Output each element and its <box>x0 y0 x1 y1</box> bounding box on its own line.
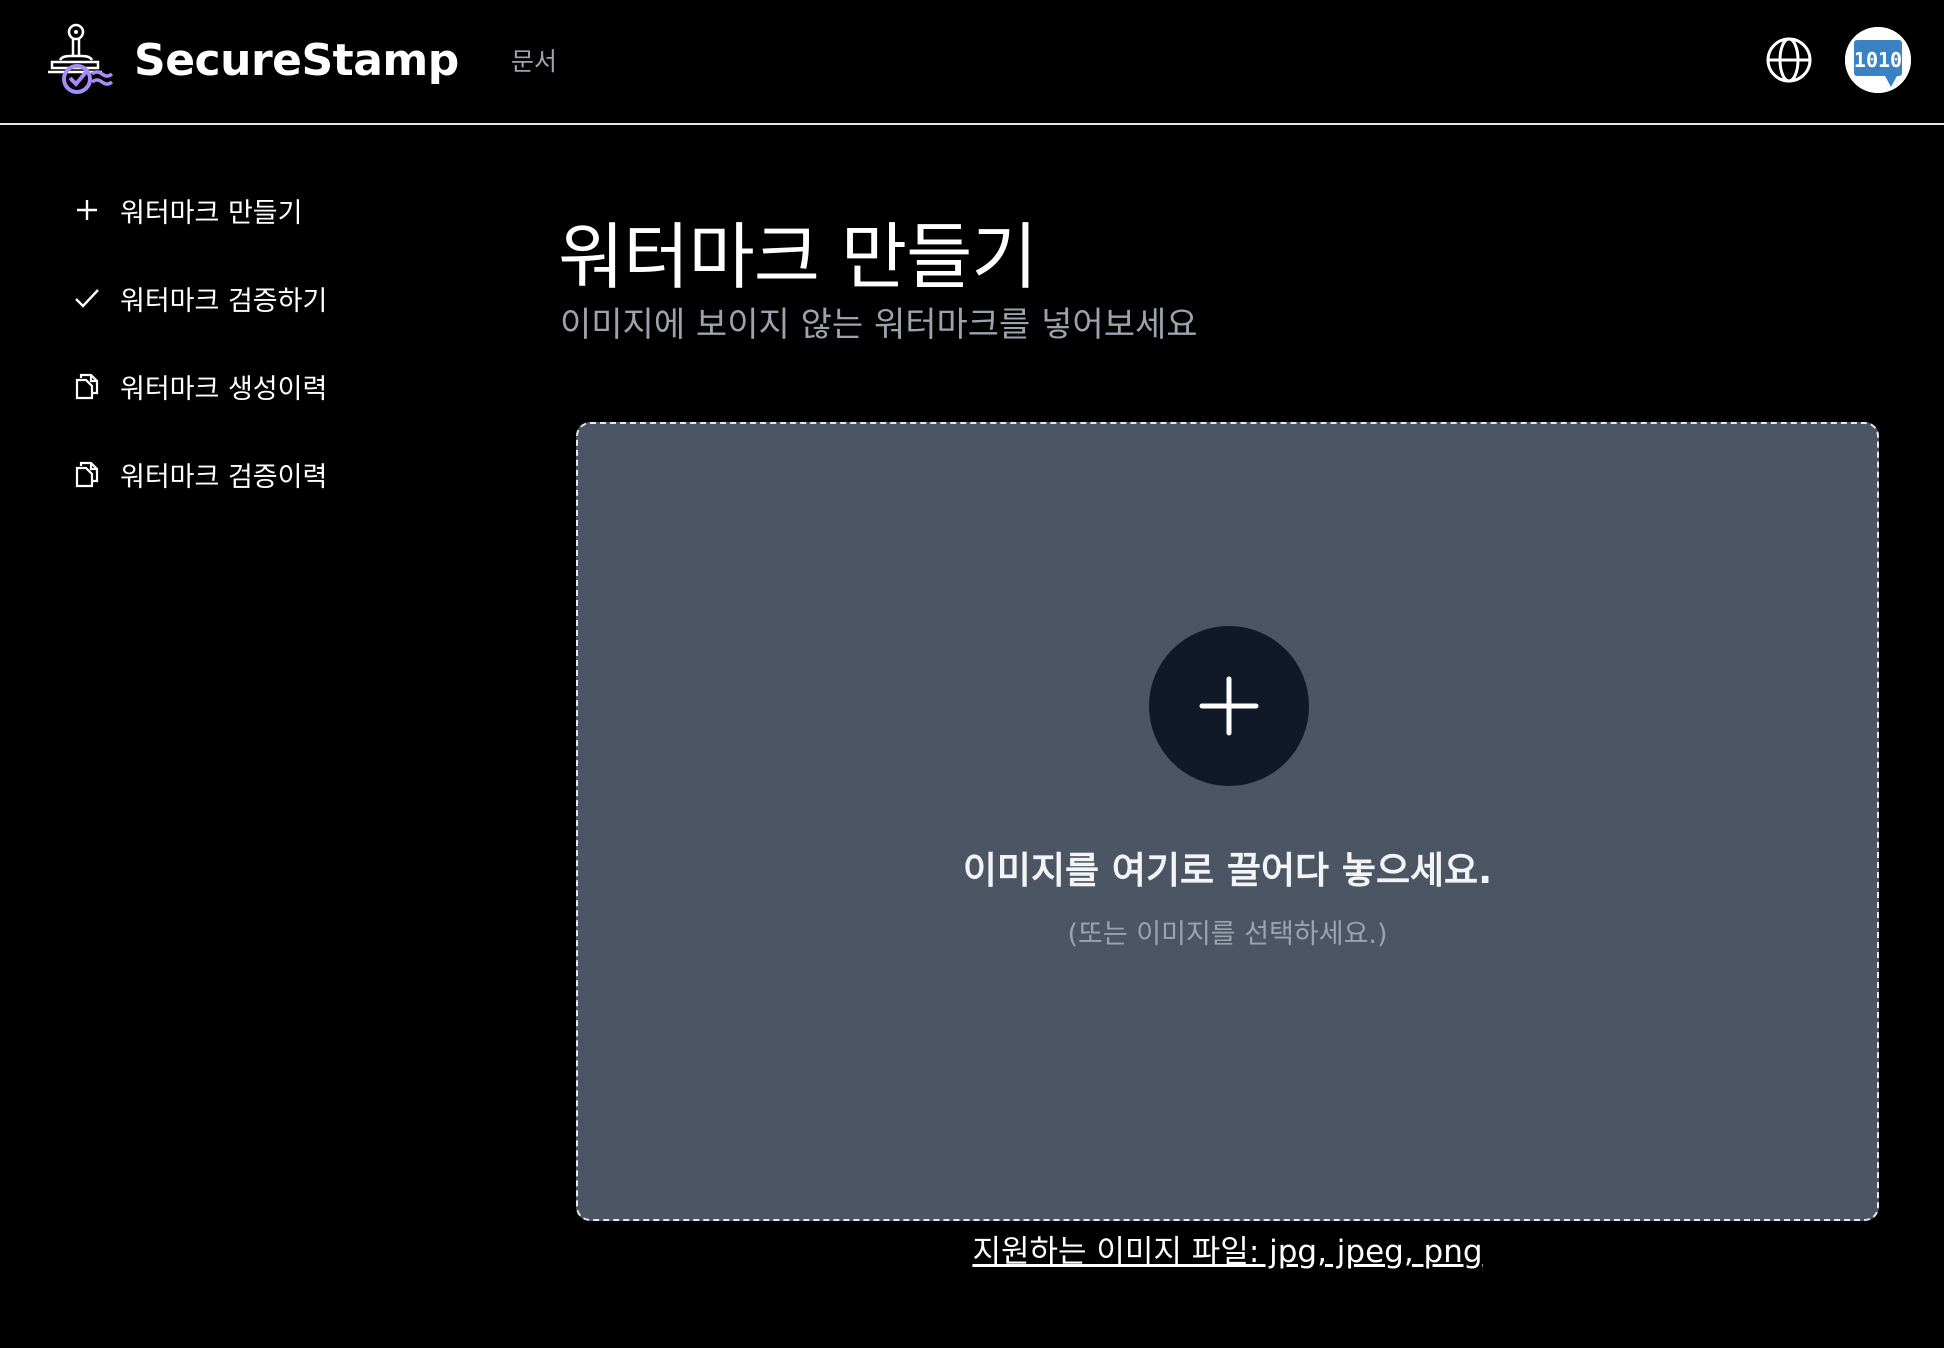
sidebar-item-verification-history[interactable]: 워터마크 검증이력 <box>70 451 327 497</box>
avatar-image: 1010 <box>1845 27 1911 93</box>
sidebar-item-label: 워터마크 검증이력 <box>120 461 328 493</box>
sidebar-item-creation-history[interactable]: 워터마크 생성이력 <box>70 363 327 409</box>
sidebar-item-label: 워터마크 만들기 <box>120 197 303 229</box>
globe-icon[interactable] <box>1764 35 1814 85</box>
plus-icon <box>1199 676 1259 736</box>
dropzone-title: 이미지를 여기로 끌어다 놓으세요. <box>962 849 1493 892</box>
sidebar-item-label: 워터마크 검증하기 <box>120 285 328 317</box>
avatar[interactable]: 1010 <box>1845 27 1911 93</box>
avatar-text: 1010 <box>1854 48 1902 72</box>
dropzone-subtitle[interactable]: (또는 이미지를 선택하세요.) <box>578 912 1877 951</box>
page-title: 워터마크 만들기 <box>558 215 1038 299</box>
brand-name: SecureStamp <box>134 34 459 86</box>
sidebar-item-create-watermark[interactable]: 워터마크 만들기 <box>70 187 302 233</box>
image-dropzone[interactable]: 이미지를 여기로 끌어다 놓으세요. (또는 이미지를 선택하세요.) <box>576 422 1879 1221</box>
add-image-button[interactable] <box>1149 626 1309 786</box>
copy-icon <box>75 461 99 488</box>
brand-logo-link[interactable]: SecureStamp <box>46 22 459 98</box>
plus-icon <box>77 200 97 220</box>
nav-docs-link[interactable]: 문서 <box>511 42 557 78</box>
check-icon <box>75 289 99 308</box>
page-subtitle: 이미지에 보이지 않는 워터마크를 넣어보세요 <box>560 305 1198 345</box>
copy-icon <box>75 373 99 400</box>
sidebar-item-label: 워터마크 생성이력 <box>120 373 328 405</box>
top-header: SecureStamp 문서 1010 <box>0 0 1944 125</box>
stamp-logo-icon <box>48 23 114 94</box>
sidebar-item-verify-watermark[interactable]: 워터마크 검증하기 <box>70 275 327 321</box>
supported-formats-text: 지원하는 이미지 파일: jpg, jpeg, png <box>972 1234 1483 1270</box>
